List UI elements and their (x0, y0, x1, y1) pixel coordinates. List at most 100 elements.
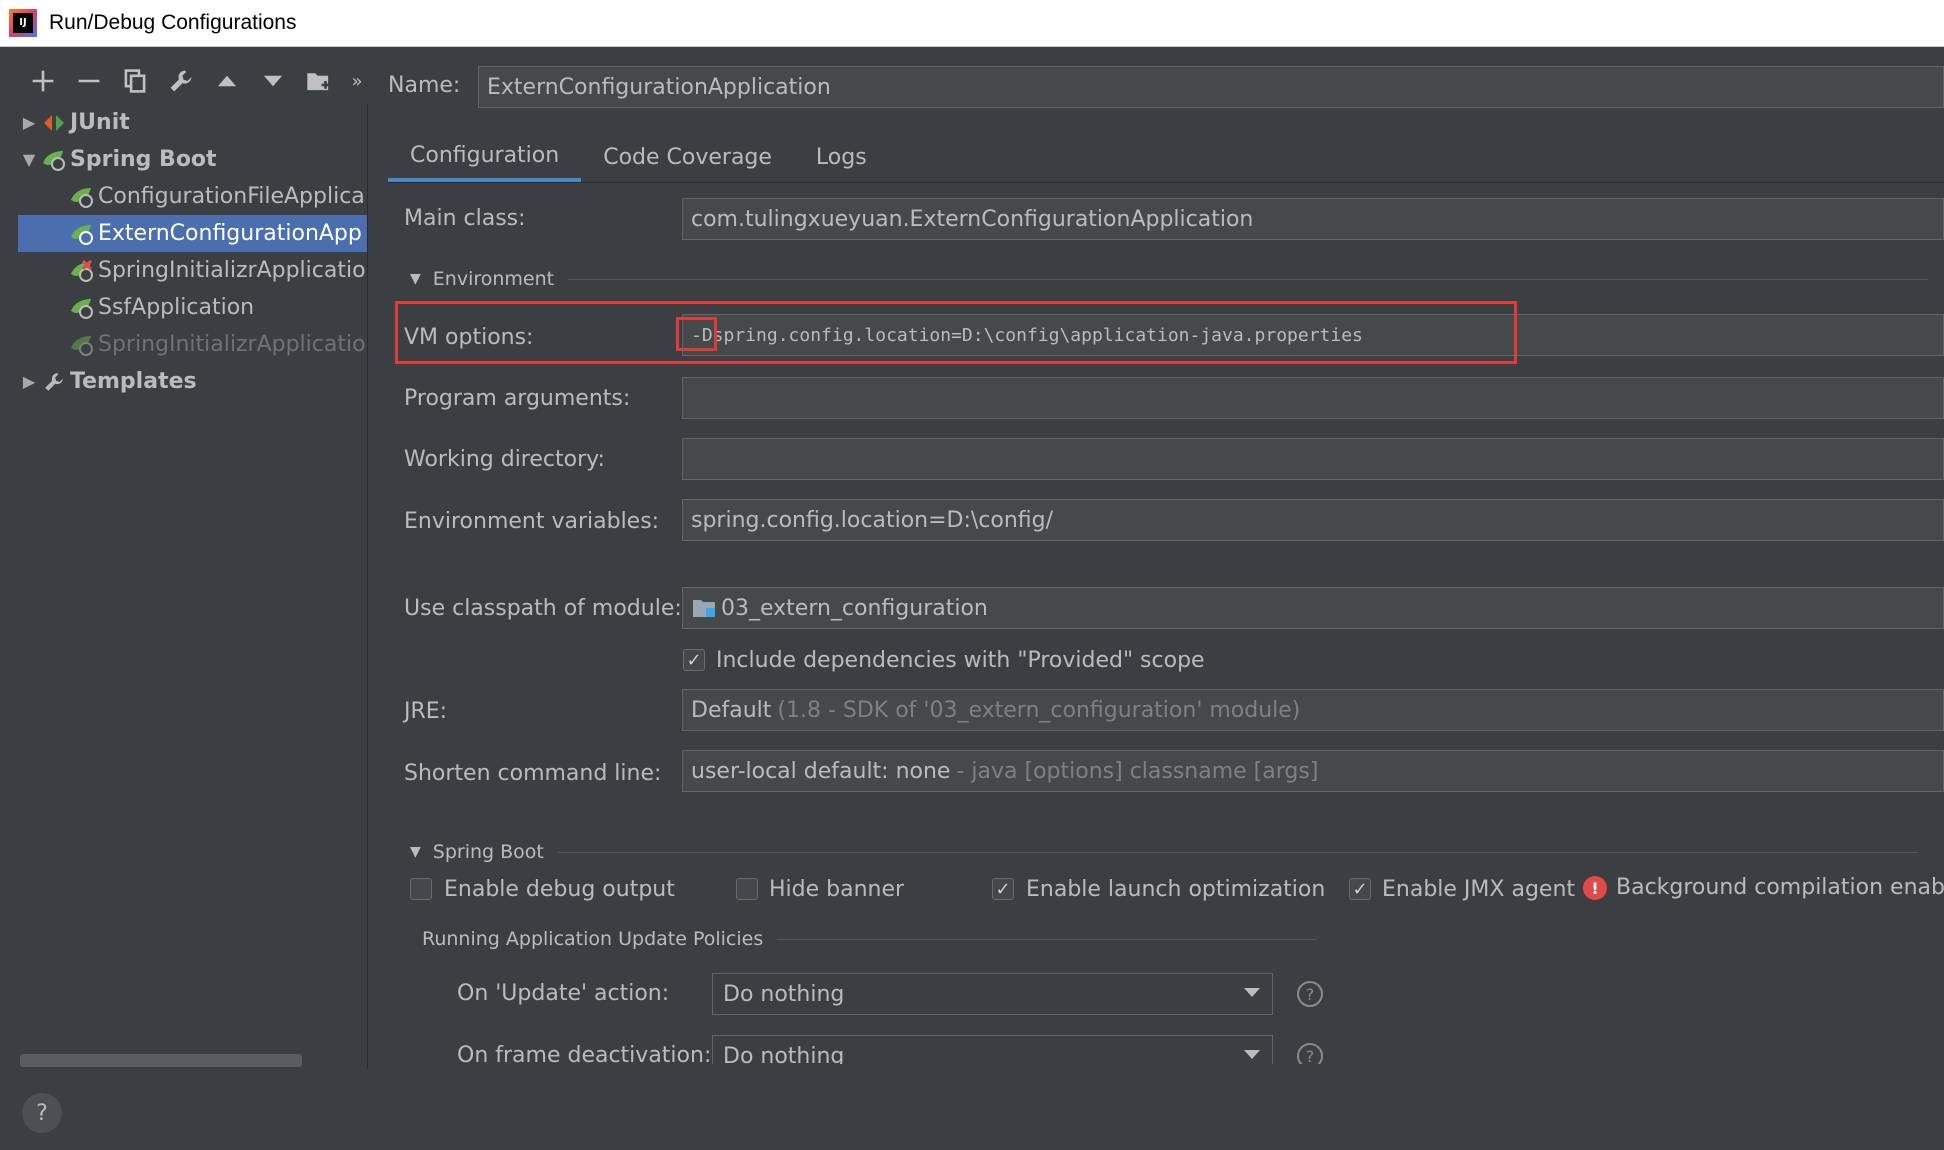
tree-item-spring-initializr-app[interactable]: SpringInitializrApplicatio (18, 252, 367, 289)
highlight-box-small (676, 317, 717, 351)
dropdown-caret-icon (1244, 1050, 1260, 1059)
program-arguments-input[interactable] (682, 377, 1944, 419)
enable-debug-output-label: Enable debug output (444, 877, 675, 902)
classpath-module-label: Use classpath of module: (404, 596, 682, 621)
spring-boot-icon (68, 184, 96, 210)
tree-item-label: ExternConfigurationApp (98, 221, 362, 246)
on-update-action-select[interactable]: Do nothing (712, 973, 1273, 1015)
dropdown-caret-icon (1244, 988, 1260, 997)
enable-launch-optimization-label: Enable launch optimization (1026, 877, 1326, 902)
environment-section[interactable]: ▼ Environment (410, 268, 1929, 290)
intellij-logo-icon: IJ (9, 9, 37, 37)
help-button[interactable]: ? (22, 1093, 62, 1133)
enable-jmx-agent-checkbox[interactable]: ✓ (1349, 878, 1371, 900)
tree-item-label: SsfApplication (98, 295, 255, 320)
tree-item-label: Templates (70, 369, 197, 394)
jre-select[interactable]: Default (1.8 - SDK of '03_extern_configu… (682, 689, 1944, 731)
include-dependencies-checkbox[interactable]: ✓ (683, 649, 705, 671)
tree-item-junit[interactable]: ▶ JUnit (18, 104, 367, 141)
jre-value: Default (691, 697, 772, 723)
section-divider (557, 851, 1918, 853)
wrench-icon[interactable] (158, 64, 204, 98)
error-icon: ! (1583, 876, 1607, 900)
tree-item-spring-boot[interactable]: ▼ Spring Boot (18, 141, 367, 178)
remove-icon[interactable] (66, 64, 112, 98)
expanded-arrow-icon: ▼ (410, 271, 421, 287)
main-class-label: Main class: (404, 206, 526, 231)
junit-icon (40, 110, 68, 136)
name-label: Name: (388, 73, 461, 98)
wrench-icon (40, 369, 68, 395)
scroll-clip (388, 1064, 1944, 1150)
highlight-box (395, 301, 1517, 364)
update-policies-label: Running Application Update Policies (422, 928, 764, 950)
section-divider (568, 278, 1929, 280)
expanded-arrow-icon: ▼ (410, 844, 421, 860)
on-update-action-value: Do nothing (723, 981, 845, 1007)
hide-banner-checkbox[interactable] (736, 878, 758, 900)
enable-jmx-agent-label: Enable JMX agent (1382, 877, 1576, 902)
window-title: Run/Debug Configurations (49, 11, 297, 34)
copy-icon[interactable] (112, 64, 158, 98)
program-arguments-label: Program arguments: (404, 386, 631, 411)
classpath-module-value: 03_extern_configuration (721, 595, 988, 621)
expanded-arrow-icon[interactable]: ▼ (18, 150, 40, 169)
spring-boot-section[interactable]: ▼ Spring Boot (410, 841, 1918, 863)
spring-boot-error-icon (68, 258, 96, 284)
tab-configuration[interactable]: Configuration (388, 132, 582, 182)
tree-item-label: ConfigurationFileApplica (98, 184, 365, 209)
config-tabs: Configuration Code Coverage Logs (388, 132, 889, 182)
spring-boot-icon (68, 295, 96, 321)
working-directory-input[interactable] (682, 438, 1944, 480)
spring-boot-icon (68, 221, 96, 247)
more-chevron-icon[interactable]: » (342, 64, 372, 98)
name-input[interactable]: ExternConfigurationApplication (478, 66, 1944, 108)
classpath-module-select[interactable]: 03_extern_configuration (682, 587, 1944, 629)
hide-banner-label: Hide banner (769, 877, 905, 902)
update-policies-section: Running Application Update Policies (422, 928, 1318, 950)
new-folder-icon[interactable] (296, 64, 342, 98)
tree-item-label: SpringInitializrApplicatio (98, 258, 366, 283)
environment-variables-input[interactable]: spring.config.location=D:\config/ (682, 499, 1944, 541)
environment-section-label: Environment (432, 268, 555, 290)
spring-boot-section-label: Spring Boot (432, 841, 544, 863)
main-class-input[interactable]: com.tulingxueyuan.ExternConfigurationApp… (682, 198, 1944, 240)
tree-horizontal-scrollbar[interactable] (20, 1054, 302, 1067)
include-dependencies-label: Include dependencies with "Provided" sco… (716, 648, 1205, 673)
tree-item-label: JUnit (70, 110, 130, 135)
tree-item-config-file-app[interactable]: ConfigurationFileApplica (18, 178, 367, 215)
title-bar: IJ Run/Debug Configurations (0, 0, 1944, 47)
collapsed-arrow-icon[interactable]: ▶ (18, 372, 40, 391)
move-down-icon[interactable] (250, 64, 296, 98)
add-icon[interactable] (20, 64, 66, 98)
tree-item-spring-initializr-app-temp[interactable]: SpringInitializrApplicatio (18, 326, 367, 363)
shorten-command-line-label: Shorten command line: (404, 761, 662, 786)
background-compilation-label: Background compilation enabled (1616, 875, 1944, 900)
tabs-divider (388, 182, 1944, 183)
configuration-tree: ▶ JUnit ▼ Spring Boot ConfigurationFileA… (18, 104, 368, 1069)
tree-item-extern-config-app[interactable]: ExternConfigurationApp (18, 215, 367, 252)
config-toolbar: » (20, 64, 372, 98)
spring-boot-icon (40, 147, 68, 173)
enable-debug-output-checkbox[interactable] (410, 878, 432, 900)
enable-launch-optimization-checkbox[interactable]: ✓ (992, 878, 1014, 900)
tree-item-label: SpringInitializrApplicatio (98, 332, 366, 357)
tree-item-templates[interactable]: ▶ Templates (18, 363, 367, 400)
module-folder-icon (691, 595, 719, 621)
section-divider (777, 938, 1318, 940)
help-icon[interactable]: ? (1297, 981, 1323, 1007)
environment-variables-label: Environment variables: (404, 509, 660, 534)
tree-item-label: Spring Boot (70, 147, 217, 172)
jre-description: (1.8 - SDK of '03_extern_configuration' … (777, 697, 1301, 723)
tree-item-ssf-app[interactable]: SsfApplication (18, 289, 367, 326)
jre-label: JRE: (404, 699, 448, 724)
working-directory-label: Working directory: (404, 447, 605, 472)
move-up-icon[interactable] (204, 64, 250, 98)
shorten-command-line-description: - java [options] classname [args] (956, 758, 1319, 784)
spring-boot-dim-icon (68, 332, 96, 358)
collapsed-arrow-icon[interactable]: ▶ (18, 113, 40, 132)
tab-logs[interactable]: Logs (794, 132, 889, 182)
on-update-action-label: On 'Update' action: (457, 981, 670, 1006)
shorten-command-line-select[interactable]: user-local default: none - java [options… (682, 750, 1944, 792)
tab-code-coverage[interactable]: Code Coverage (581, 132, 794, 182)
